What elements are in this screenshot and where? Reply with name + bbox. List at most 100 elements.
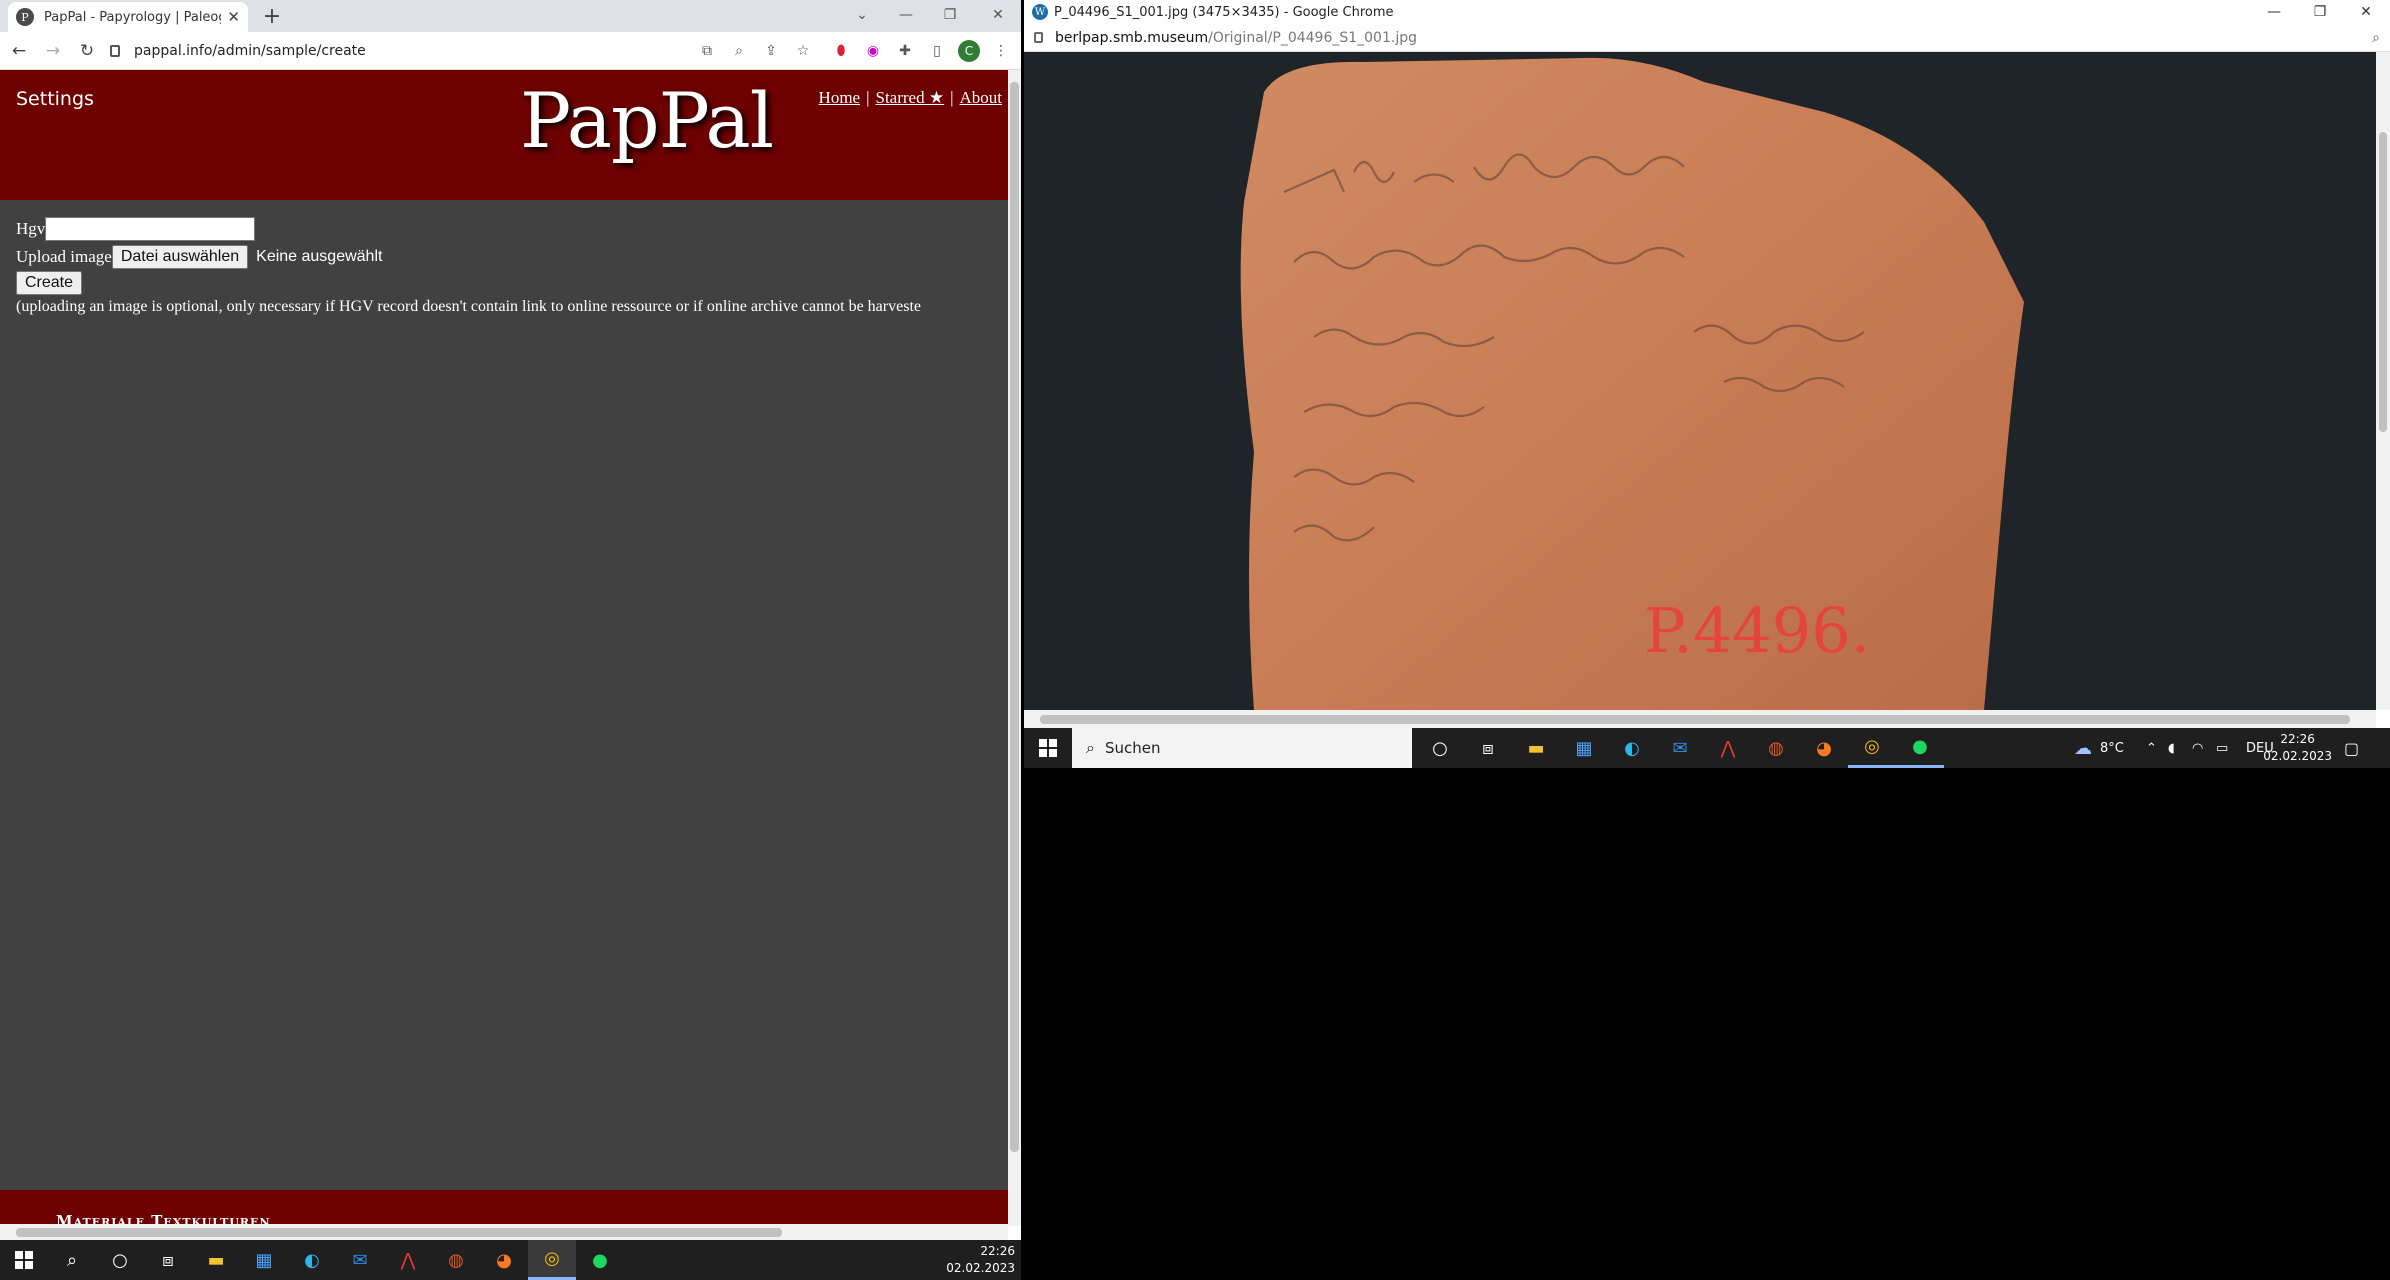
task-view-icon[interactable]: ⧈: [1464, 728, 1512, 768]
tab-strip: P PapPal - Papyrology | Paleography ✕ + …: [0, 0, 1021, 32]
search-icon[interactable]: ⌕: [48, 1240, 96, 1280]
horizontal-scrollbar[interactable]: [0, 1224, 1008, 1240]
extension-red-icon[interactable]: ⬮: [830, 40, 852, 62]
notification-icon[interactable]: ▢: [2344, 728, 2359, 768]
back-arrow-icon[interactable]: ←: [4, 36, 34, 66]
zoom-icon[interactable]: ⌕: [728, 40, 750, 62]
browser-toolbar: ← → ↻ pappal.info/admin/sample/create ⧉ …: [0, 32, 1021, 70]
create-button[interactable]: Create: [16, 271, 83, 295]
upload-note: (uploading an image is optional, only ne…: [16, 298, 921, 315]
right-browser-window: W P_04496_S1_001.jpg (3475×3435) - Googl…: [1024, 0, 2390, 728]
edge-icon[interactable]: ◐: [1608, 728, 1656, 768]
zoom-icon[interactable]: ⌕: [2372, 30, 2380, 46]
restore-button[interactable]: ❐: [930, 0, 970, 30]
cortana-icon[interactable]: ○: [1416, 728, 1464, 768]
nav-separator: |: [866, 88, 870, 107]
clock-date: 02.02.2023: [946, 1261, 1015, 1275]
battery-icon[interactable]: ▭: [2216, 728, 2228, 768]
hgv-input[interactable]: [45, 217, 256, 241]
new-tab-button[interactable]: +: [258, 2, 286, 30]
vertical-scroll-thumb[interactable]: [1010, 82, 1019, 1152]
horizontal-scroll-thumb[interactable]: [1040, 715, 2350, 724]
close-window-button[interactable]: ✕: [2344, 0, 2388, 24]
store-icon[interactable]: ▦: [240, 1240, 288, 1280]
extensions-puzzle-icon[interactable]: ✚: [894, 40, 916, 62]
tab-search-icon[interactable]: ⌄: [842, 0, 882, 30]
taskbar-clock[interactable]: 22:26 02.02.2023: [2263, 731, 2332, 765]
horizontal-scrollbar[interactable]: [1024, 710, 2376, 728]
pappal-favicon-icon: P: [16, 8, 34, 26]
profile-avatar[interactable]: C: [958, 40, 980, 62]
image-viewer[interactable]: P.4496.: [1024, 52, 2390, 710]
mail-icon[interactable]: ✉: [1656, 728, 1704, 768]
mail-icon[interactable]: ✉: [336, 1240, 384, 1280]
cortana-icon[interactable]: ○: [96, 1240, 144, 1280]
side-panel-icon[interactable]: ▯: [926, 40, 948, 62]
acrobat-icon[interactable]: ⋀: [1704, 728, 1752, 768]
nav-starred-link[interactable]: Starred ★: [876, 88, 945, 107]
create-sample-form: Hgv Upload image Datei auswählen Keine a…: [16, 216, 921, 316]
translate-icon[interactable]: ⧉: [696, 40, 718, 62]
address-bar[interactable]: berlpap.smb.museum/Original/P_04496_S1_0…: [1024, 24, 2390, 52]
extension-purple-icon[interactable]: ◉: [862, 40, 884, 62]
vertical-scroll-thumb[interactable]: [2379, 132, 2387, 432]
chrome-icon[interactable]: ◎: [1848, 728, 1896, 768]
tray-app-icon[interactable]: ◖: [2168, 728, 2175, 768]
powerpoint-icon[interactable]: ◍: [1752, 728, 1800, 768]
store-icon[interactable]: ▦: [1560, 728, 1608, 768]
left-browser-window: P PapPal - Papyrology | Paleography ✕ + …: [0, 0, 1021, 1240]
forward-arrow-icon[interactable]: →: [38, 36, 68, 66]
site-logo: PapPal: [520, 76, 774, 165]
task-view-icon[interactable]: ⧈: [144, 1240, 192, 1280]
tab-pappal[interactable]: P PapPal - Papyrology | Paleography ✕: [8, 2, 248, 32]
horizontal-scroll-thumb[interactable]: [16, 1228, 782, 1237]
bookmark-star-icon[interactable]: ☆: [792, 40, 814, 62]
windows-start-icon[interactable]: [1024, 728, 1072, 768]
vertical-scrollbar[interactable]: [1008, 70, 1021, 1226]
minimize-button[interactable]: —: [2252, 0, 2296, 24]
close-tab-icon[interactable]: ✕: [227, 8, 240, 26]
spotify-icon[interactable]: ●: [1896, 728, 1944, 768]
file-explorer-icon[interactable]: ▬: [192, 1240, 240, 1280]
clock-date: 02.02.2023: [2263, 749, 2332, 763]
taskbar-clock[interactable]: 22:26 02.02.2023: [946, 1243, 1015, 1277]
windows-start-icon[interactable]: [0, 1240, 48, 1280]
tab-title: PapPal - Papyrology | Paleography: [44, 9, 221, 25]
address-text: pappal.info/admin/sample/create: [134, 43, 366, 59]
tray-chevron-icon[interactable]: ⌃: [2146, 728, 2157, 768]
file-explorer-icon[interactable]: ▬: [1512, 728, 1560, 768]
firefox-icon[interactable]: ◕: [1800, 728, 1848, 768]
search-icon: ⌕: [1086, 738, 1095, 757]
nav-separator: |: [950, 88, 954, 107]
acrobat-icon[interactable]: ⋀: [384, 1240, 432, 1280]
wordpress-favicon-icon: W: [1032, 4, 1048, 20]
network-icon[interactable]: ◠: [2192, 728, 2203, 768]
chrome-icon[interactable]: ◎: [528, 1240, 576, 1280]
share-icon[interactable]: ⇪: [760, 40, 782, 62]
settings-link[interactable]: Settings: [16, 88, 94, 110]
weather-temp: 8°C: [2100, 740, 2124, 756]
address-bar[interactable]: pappal.info/admin/sample/create: [110, 36, 680, 66]
taskbar-search-box[interactable]: ⌕ Suchen: [1072, 728, 1412, 768]
nav-about-link[interactable]: About: [960, 88, 1003, 107]
hgv-label: Hgv: [16, 219, 46, 238]
inventory-number-label: P.4496.: [1644, 594, 1870, 667]
choose-file-button[interactable]: Datei auswählen: [111, 245, 249, 269]
address-host: berlpap.smb.museum: [1055, 29, 1209, 46]
edge-icon[interactable]: ◐: [288, 1240, 336, 1280]
nav-home-link[interactable]: Home: [819, 88, 861, 107]
powerpoint-icon[interactable]: ◍: [432, 1240, 480, 1280]
restore-button[interactable]: ❐: [2298, 0, 2342, 24]
ostracon-image: P.4496.: [1240, 57, 2024, 710]
weather-widget[interactable]: ☁ 8°C: [2074, 728, 2124, 768]
menu-kebab-icon[interactable]: ⋮: [990, 40, 1012, 62]
window-title: P_04496_S1_001.jpg (3475×3435) - Google …: [1054, 4, 1394, 20]
clock-time: 22:26: [2280, 732, 2315, 746]
reload-icon[interactable]: ↻: [72, 36, 102, 66]
minimize-button[interactable]: —: [886, 0, 926, 30]
vertical-scrollbar[interactable]: [2376, 52, 2390, 710]
firefox-icon[interactable]: ◕: [480, 1240, 528, 1280]
close-window-button[interactable]: ✕: [978, 0, 1018, 30]
site-header: Settings PapPal Home | Starred ★ | About: [0, 70, 1008, 200]
spotify-icon[interactable]: ●: [576, 1240, 624, 1280]
